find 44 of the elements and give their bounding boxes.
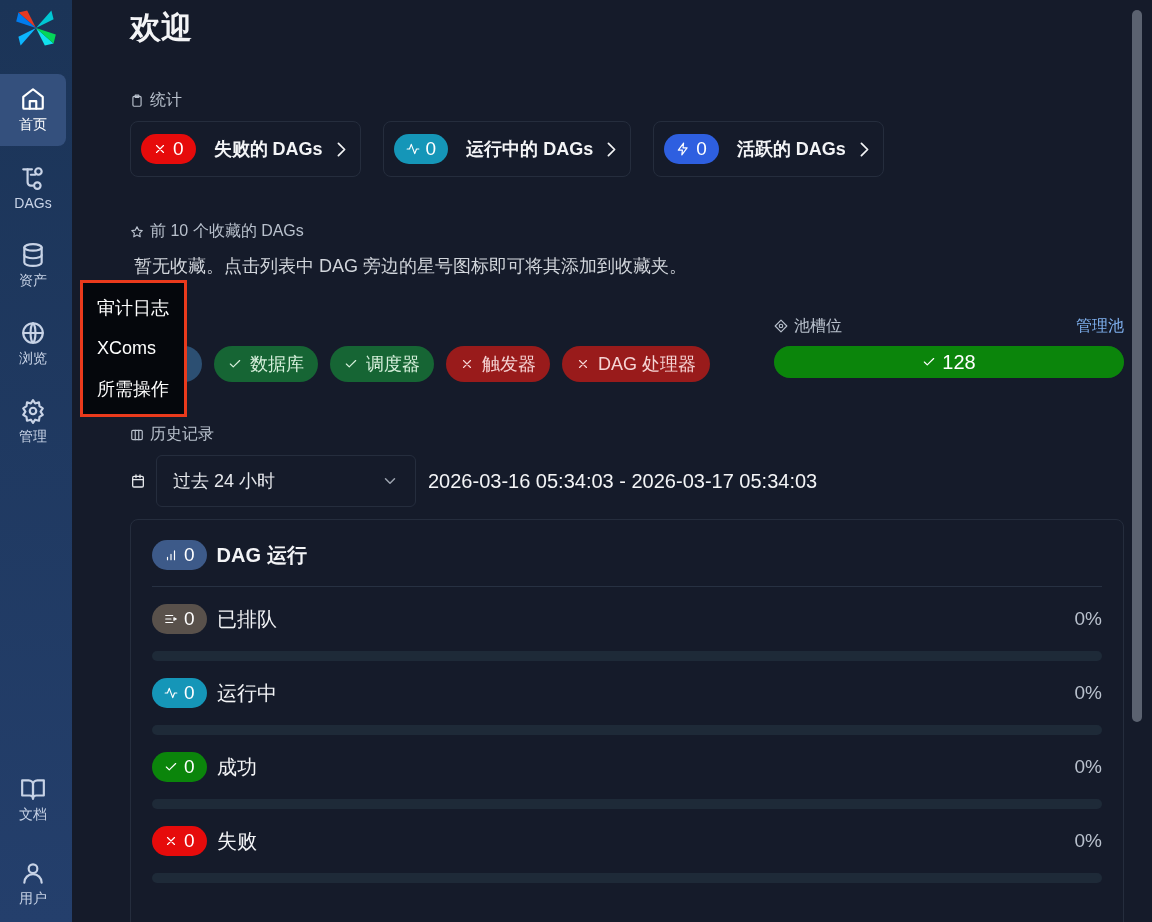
- pool-slots-bar: 128: [774, 346, 1124, 378]
- count-badge: 0: [152, 604, 207, 634]
- page-title: 欢迎: [130, 9, 193, 47]
- stat-card[interactable]: 0 失败的 DAGs: [130, 121, 361, 177]
- nav-item[interactable]: 浏览: [0, 308, 66, 380]
- panel-title: DAG 运行: [216, 542, 307, 568]
- count-badge: 0: [141, 134, 196, 164]
- stat-card[interactable]: 0 运行中的 DAGs: [382, 121, 632, 177]
- percentage-text: 0%: [1074, 756, 1102, 778]
- manage-pools-link[interactable]: 管理池: [1076, 315, 1124, 337]
- status-pill: 触发器: [446, 346, 550, 382]
- nav-item[interactable]: 资产: [0, 230, 66, 302]
- section-heading: 历史记录: [150, 424, 214, 444]
- count-badge: 0: [152, 826, 207, 856]
- time-range-dropdown[interactable]: 过去 24 小时: [156, 455, 416, 507]
- date-range-text: 2026-03-16 05:34:03 - 2026-03-17 05:34:03: [428, 469, 818, 493]
- percentage-text: 0%: [1074, 682, 1102, 704]
- status-pill: DAG 处理器: [562, 346, 710, 382]
- section-heading: 池槽位: [794, 315, 842, 336]
- count-badge: 0: [393, 134, 449, 164]
- percentage-text: 0%: [1074, 830, 1102, 852]
- count-badge: 0: [152, 540, 207, 570]
- menu-item[interactable]: 审计日志: [97, 296, 184, 320]
- count-badge: 0: [664, 134, 719, 164]
- nav-item[interactable]: 用户: [0, 848, 66, 920]
- menu-item[interactable]: XComs: [97, 338, 184, 359]
- percentage-text: 0%: [1074, 608, 1102, 630]
- nav-item[interactable]: 管理: [0, 386, 66, 458]
- state-label: 成功: [216, 754, 257, 780]
- empty-message: 暂无收藏。点击列表中 DAG 旁边的星号图标即可将其添加到收藏夹。: [134, 255, 688, 278]
- nav-item[interactable]: 文档: [0, 764, 66, 836]
- section-heading: 统计: [150, 90, 182, 110]
- status-pill: 数据库: [214, 346, 318, 382]
- state-label: 运行中: [216, 680, 277, 706]
- section-heading: 前 10 个收藏的 DAGs: [150, 221, 304, 241]
- state-label: 失败: [216, 828, 257, 854]
- status-pill: 调度器: [330, 346, 434, 382]
- count-badge: 0: [152, 678, 207, 708]
- count-badge: 0: [152, 752, 207, 782]
- nav-item[interactable]: 首页: [0, 74, 66, 146]
- state-label: 已排队: [216, 606, 277, 632]
- menu-item[interactable]: 所需操作: [97, 377, 184, 401]
- nav-item[interactable]: DAGs: [0, 152, 66, 224]
- stat-card[interactable]: 0 活跃的 DAGs: [653, 121, 884, 177]
